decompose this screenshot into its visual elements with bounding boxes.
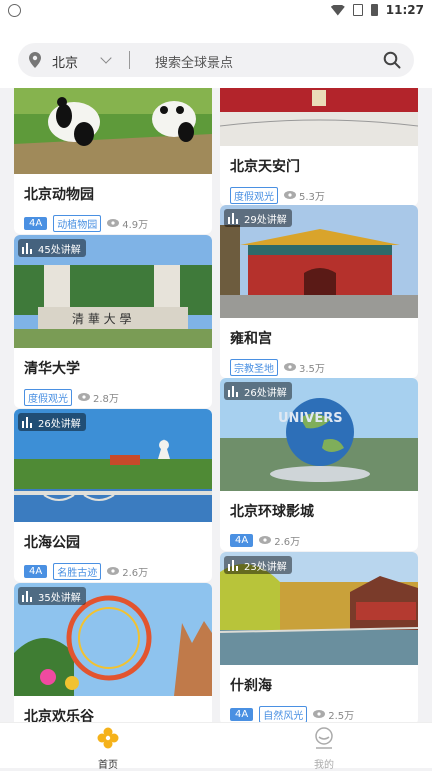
attraction-card-shichahai[interactable]: 23处讲解 什刹海 4A 自然风光 2.5万 — [220, 552, 418, 722]
attraction-image — [220, 88, 418, 146]
home-flower-icon — [97, 727, 119, 749]
sim-icon — [352, 4, 363, 16]
attraction-image: UNIVERS 26处讲解 — [220, 378, 418, 491]
bottom-tab-bar: 首页 我的 — [0, 722, 432, 771]
category-tag: 宗教圣地 — [230, 358, 278, 376]
panda-photo — [14, 88, 212, 174]
search-icon[interactable] — [383, 51, 401, 69]
attraction-meta: 4A 2.6万 — [220, 523, 418, 551]
view-count: 5.3万 — [284, 188, 325, 203]
attraction-image: 29处讲解 — [220, 205, 418, 318]
audio-bars-icon — [22, 590, 34, 602]
tiananmen-photo — [220, 88, 418, 146]
audio-guide-badge: 45处讲解 — [18, 239, 86, 257]
tab-home-label: 首页 — [98, 760, 118, 771]
wifi-icon — [330, 4, 345, 16]
eye-icon — [107, 219, 120, 227]
search-divider — [129, 51, 130, 69]
attraction-title: 雍和宫 — [230, 331, 272, 347]
audio-bars-icon — [228, 212, 240, 224]
status-time: 11:27 — [385, 3, 424, 17]
grade-badge: 4A — [24, 216, 48, 230]
grade-badge: 4A — [24, 564, 48, 578]
eye-icon — [78, 393, 90, 401]
attraction-card-yonghegong[interactable]: 29处讲解 雍和宫 宗教圣地 3.5万 — [220, 205, 418, 378]
search-input[interactable]: 搜索全球景点 — [155, 52, 233, 71]
audio-guide-badge: 26处讲解 — [224, 382, 292, 400]
attraction-card-beihai[interactable]: 26处讲解 北海公园 4A 名胜古迹 2.6万 — [14, 409, 212, 582]
audio-guide-badge: 29处讲解 — [224, 209, 292, 227]
audio-bars-icon — [228, 559, 240, 571]
status-icons: 11:27 — [330, 3, 424, 17]
eye-icon — [284, 191, 296, 199]
audio-bars-icon — [22, 242, 34, 254]
attraction-meta: 4A 自然风光 2.5万 — [220, 697, 418, 722]
audio-bars-icon — [228, 385, 240, 397]
attraction-card-tiananmen[interactable]: 北京天安门 度假观光 5.3万 — [220, 88, 418, 206]
grade-badge: 4A — [230, 533, 254, 547]
category-tag: 动植物园 — [53, 214, 102, 232]
notification-icon — [8, 4, 21, 17]
attraction-image — [14, 88, 212, 174]
attraction-image: 35处讲解 — [14, 583, 212, 696]
header: 北京 搜索全球景点 — [0, 22, 432, 88]
attraction-image: 清 華 大 學 45处讲解 — [14, 235, 212, 348]
audio-guide-badge: 35处讲解 — [18, 587, 86, 605]
eye-icon — [313, 710, 326, 718]
attraction-meta: 度假观光 2.8万 — [14, 380, 212, 408]
audio-guide-badge: 23处讲解 — [224, 556, 292, 574]
grade-badge: 4A — [230, 707, 254, 721]
eye-icon — [259, 536, 272, 544]
attraction-image: 26处讲解 — [14, 409, 212, 522]
attraction-meta: 度假观光 5.3万 — [220, 178, 418, 206]
status-bar: 11:27 — [0, 0, 432, 22]
attraction-title: 北京环球影城 — [230, 504, 314, 520]
attraction-title: 北京动物园 — [24, 187, 94, 203]
attraction-title: 清华大学 — [24, 361, 80, 377]
location-pin-icon[interactable] — [29, 52, 41, 68]
battery-icon — [370, 4, 378, 16]
eye-icon — [107, 567, 120, 575]
tab-home[interactable]: 首页 — [78, 727, 138, 771]
view-count: 2.5万 — [313, 707, 354, 722]
attraction-card-tsinghua[interactable]: 清 華 大 學 45处讲解 清华大学 度假观光 2.8万 — [14, 235, 212, 408]
attraction-image: 23处讲解 — [220, 552, 418, 665]
audio-guide-badge: 26处讲解 — [18, 413, 86, 431]
attraction-meta: 4A 动植物园 4.9万 — [14, 206, 212, 234]
category-tag: 名胜古迹 — [53, 562, 102, 580]
tab-profile[interactable]: 我的 — [294, 727, 354, 771]
chevron-down-icon[interactable] — [100, 52, 112, 64]
city-selector[interactable]: 北京 — [52, 52, 78, 71]
profile-icon — [315, 727, 333, 749]
attraction-title: 北京欢乐谷 — [24, 709, 94, 722]
svg-text:清 華 大 學: 清 華 大 學 — [72, 312, 131, 326]
search-bar[interactable]: 北京 搜索全球景点 — [18, 43, 414, 77]
attraction-meta: 4A 名胜古迹 2.6万 — [14, 554, 212, 582]
svg-text:UNIVERS: UNIVERS — [278, 411, 343, 426]
view-count: 2.6万 — [107, 564, 148, 579]
tab-profile-label: 我的 — [314, 760, 334, 771]
category-tag: 度假观光 — [24, 388, 72, 406]
view-count: 2.6万 — [259, 533, 300, 548]
category-tag: 度假观光 — [230, 186, 278, 204]
attraction-title: 北海公园 — [24, 535, 80, 551]
attraction-card-happy-valley[interactable]: 35处讲解 北京欢乐谷 — [14, 583, 212, 722]
attraction-title: 什刹海 — [230, 678, 272, 694]
attraction-meta: 宗教圣地 3.5万 — [220, 350, 418, 378]
view-count: 2.8万 — [78, 390, 119, 405]
view-count: 4.9万 — [107, 216, 148, 231]
attraction-title: 北京天安门 — [230, 159, 300, 175]
audio-bars-icon — [22, 416, 34, 428]
attraction-card-zoo[interactable]: 北京动物园 4A 动植物园 4.9万 — [14, 88, 212, 234]
eye-icon — [284, 363, 296, 371]
view-count: 3.5万 — [284, 360, 325, 375]
attraction-card-universal[interactable]: UNIVERS 26处讲解 北京环球影城 4A 2.6万 — [220, 378, 418, 551]
attraction-feed[interactable]: 北京动物园 4A 动植物园 4.9万 北京天安门 度假观光 5.3万 清 華 大… — [0, 88, 432, 722]
category-tag: 自然风光 — [259, 705, 308, 722]
